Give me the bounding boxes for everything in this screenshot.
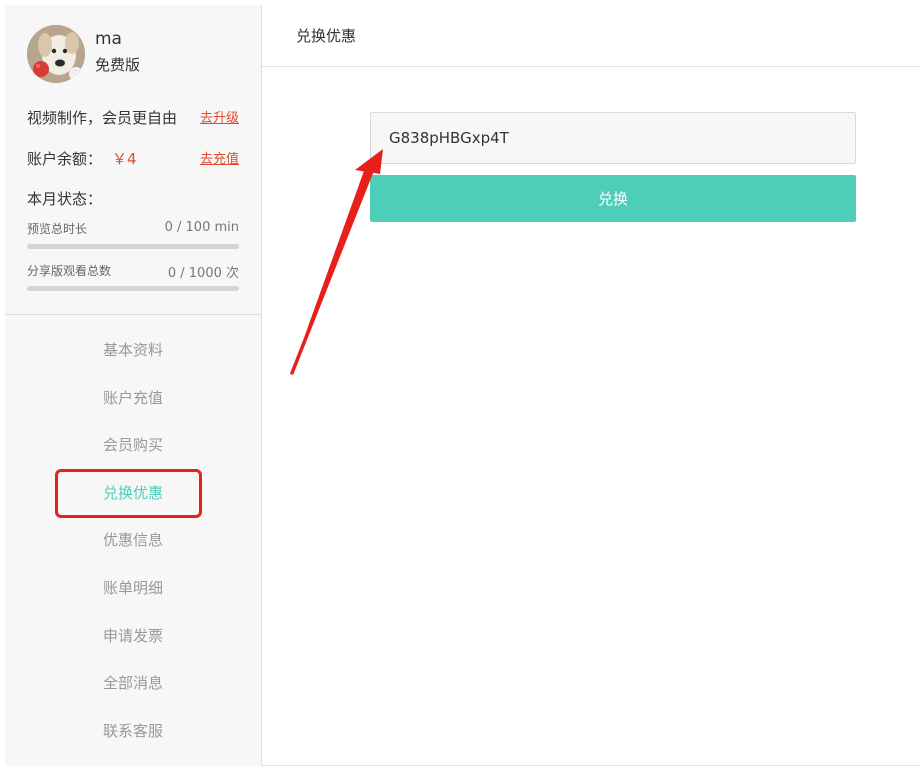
monthly-status-title: 本月状态：: [27, 190, 103, 208]
share-views-meter: 分享版观看总数 0 / 1000 次: [27, 262, 239, 291]
progress-track: [27, 244, 239, 249]
username: ma: [95, 29, 122, 49]
sidebar: ♡ ma 免费版 视频制作，会员更自由 去升级 账户余额： ￥4 去充值 本月状态…: [5, 5, 262, 766]
preview-duration-meter: 预览总时长 0 / 100 min: [27, 220, 239, 249]
progress-track: [27, 286, 239, 291]
nav-item-basic-info[interactable]: 基本资料: [5, 327, 261, 375]
upgrade-row: 视频制作，会员更自由 去升级: [27, 107, 239, 128]
balance-value: ￥4: [112, 150, 137, 168]
redeem-code-input[interactable]: [370, 112, 856, 164]
nav-item-account-recharge[interactable]: 账户充值: [5, 375, 261, 423]
balance-row: 账户余额： ￥4 去充值: [27, 148, 239, 169]
sidebar-divider: [5, 314, 261, 315]
page-title: 兑换优惠: [296, 27, 357, 45]
upgrade-link[interactable]: 去升级: [200, 107, 239, 126]
redeem-button[interactable]: 兑换: [370, 175, 856, 222]
nav-item-redeem-offer[interactable]: 兑换优惠: [5, 470, 261, 518]
recharge-link[interactable]: 去充值: [200, 148, 239, 167]
sidebar-nav: 基本资料 账户充值 会员购买 兑换优惠 优惠信息 账单明细 申请发票 全部消息 …: [5, 327, 261, 755]
avatar[interactable]: ♡: [27, 25, 85, 83]
balance-label: 账户余额：: [27, 150, 103, 168]
nav-item-invoice-request[interactable]: 申请发票: [5, 613, 261, 661]
main-header: 兑换优惠: [262, 5, 920, 67]
plan-label: 免费版: [95, 56, 141, 74]
meter-value: 0 / 1000 次: [167, 266, 239, 281]
nav-item-customer-service[interactable]: 联系客服: [5, 708, 261, 756]
nav-item-offer-info[interactable]: 优惠信息: [5, 517, 261, 565]
upgrade-text: 视频制作，会员更自由: [27, 109, 178, 127]
heart-icon: ♡: [69, 67, 83, 81]
meter-value: 0 / 100 min: [164, 220, 239, 235]
nav-item-all-messages[interactable]: 全部消息: [5, 660, 261, 708]
nav-item-membership-purchase[interactable]: 会员购买: [5, 422, 261, 470]
nav-item-billing-details[interactable]: 账单明细: [5, 565, 261, 613]
